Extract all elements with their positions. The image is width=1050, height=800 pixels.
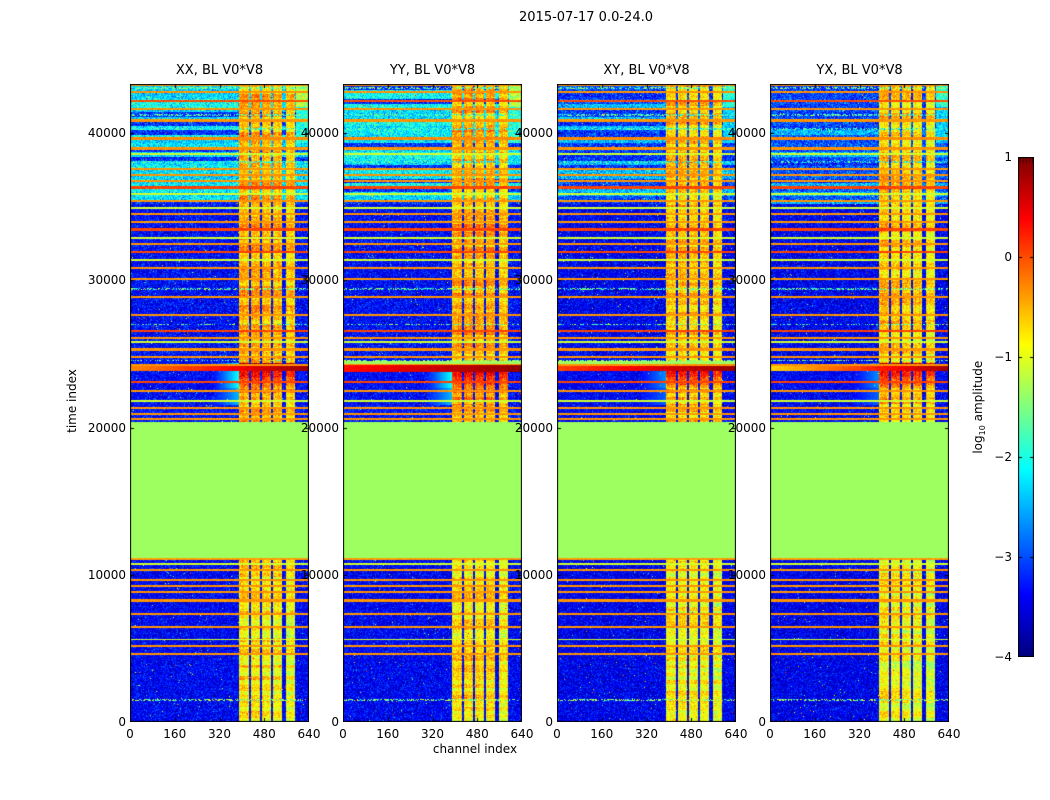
y-tick-label: 30000 (514, 273, 553, 288)
y-tick-label: 0 (758, 715, 766, 729)
heatmap-panel-xy: XY, BL V0*V8 0 160 320 480 640 0 10000 20000 3000… (515, 63, 748, 741)
y-tick-label: 30000 (727, 273, 766, 288)
y-tick-label: 30000 (300, 273, 339, 288)
y-tick-label: 0 (545, 715, 553, 729)
colorbar-label-subscript: 10 (978, 425, 988, 436)
y-tick-label: 40000 (87, 126, 126, 141)
x-tick-label: 640 (937, 727, 961, 741)
x-tick-label: 160 (376, 727, 400, 741)
colorbar-tick-label: −3 (994, 550, 1012, 564)
x-tick-label: 160 (163, 727, 187, 741)
y-tick-label: 20000 (514, 420, 553, 435)
heatmap-panel-yx: YX, BL V0*V8 0 160 320 480 640 0 10000 20000 3000… (728, 63, 961, 741)
x-tick-label: 320 (421, 727, 444, 741)
y-tick-label: 20000 (727, 420, 766, 435)
colorbar-tick-label: −2 (994, 450, 1012, 464)
colorbar: log10 amplitude 1 0 −1 −2 −3 −4 (971, 150, 1034, 664)
y-tick-label: 40000 (300, 126, 339, 141)
panel-title-yx: YX, BL V0*V8 (816, 63, 903, 78)
y-tick-label: 40000 (727, 126, 766, 141)
y-tick-label: 0 (331, 715, 339, 729)
y-tick-label: 10000 (300, 567, 339, 582)
x-tick-label: 320 (208, 727, 231, 741)
y-axis-label: time index (65, 369, 79, 433)
x-tick-label: 160 (590, 727, 614, 741)
colorbar-tick-label: −4 (994, 650, 1012, 664)
heatmap-canvas-xy (557, 84, 736, 722)
colorbar-tick-label: −1 (994, 350, 1012, 364)
y-tick-label: 10000 (514, 567, 553, 582)
heatmap-panel-xx: XX, BL V0*V8 0 160 320 480 640 0 10000 20000 3000… (88, 63, 321, 741)
figure: 2015-07-17 0.0-24.0 XX, BL V0*V8 0 160 320 4… (0, 0, 1050, 800)
x-tick-label: 320 (635, 727, 658, 741)
colorbar-label-suffix: amplitude (970, 360, 985, 426)
y-tick-label: 30000 (87, 273, 126, 288)
heatmap-panel-yy: YY, BL V0*V8 0 160 320 480 640 0 10000 20000 3000… (301, 63, 534, 741)
figure-title: 2015-07-17 0.0-24.0 (519, 10, 653, 25)
colorbar-tick-label: 1 (1004, 150, 1012, 164)
heatmap-canvas-yx (770, 84, 949, 722)
y-tick-label: 10000 (727, 567, 766, 582)
heatmap-canvas-yy (343, 84, 522, 722)
y-tick-label: 0 (118, 715, 126, 729)
y-tick-label: 20000 (300, 420, 339, 435)
panel-title-xy: XY, BL V0*V8 (603, 63, 690, 78)
y-tick-label: 10000 (87, 567, 126, 582)
x-tick-label: 480 (465, 727, 489, 741)
colorbar-tick-label: 0 (1004, 250, 1012, 264)
y-tick-label: 20000 (87, 420, 126, 435)
x-tick-label: 160 (803, 727, 827, 741)
colorbar-gradient (1018, 157, 1034, 657)
panel-title-xx: XX, BL V0*V8 (175, 63, 264, 78)
x-tick-label: 320 (848, 727, 871, 741)
y-tick-label: 40000 (514, 126, 553, 141)
heatmap-canvas-xx (130, 84, 309, 722)
x-tick-label: 480 (892, 727, 916, 741)
x-axis-label: channel index (432, 742, 518, 756)
panel-title-yy: YY, BL V0*V8 (389, 63, 476, 78)
